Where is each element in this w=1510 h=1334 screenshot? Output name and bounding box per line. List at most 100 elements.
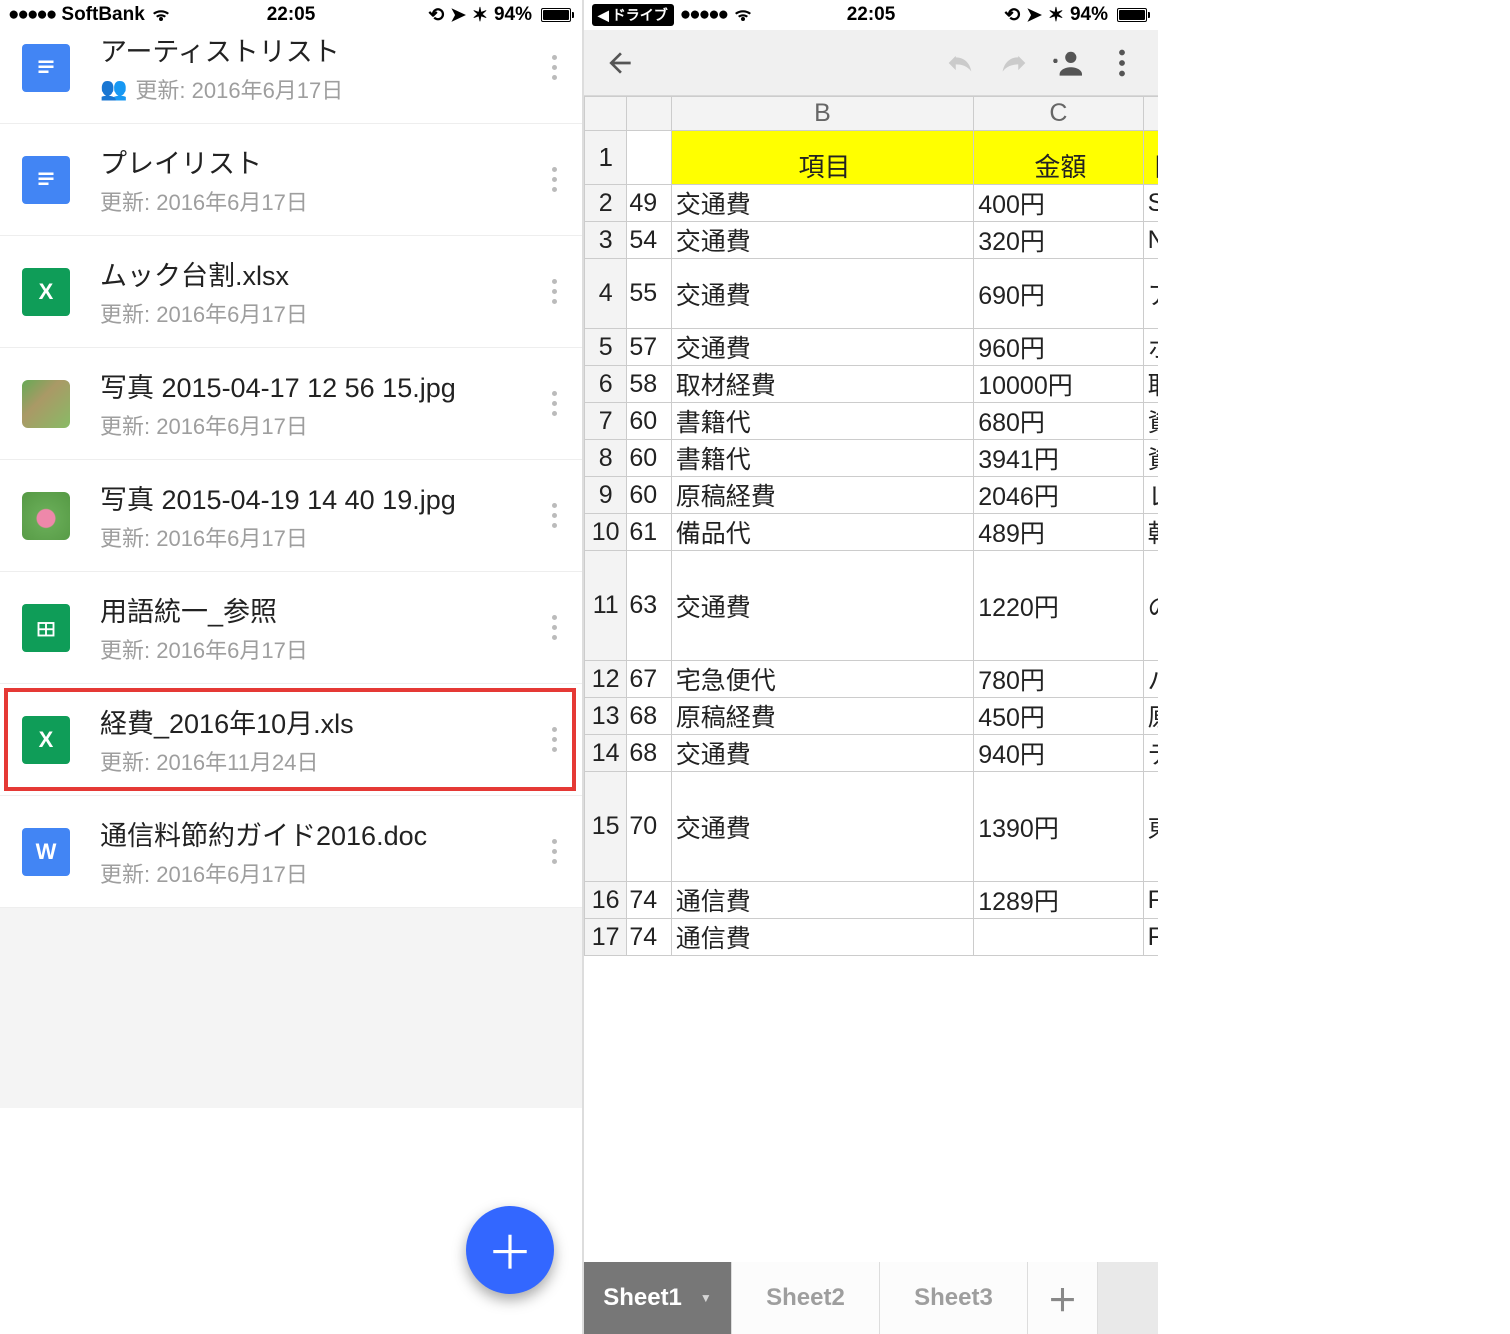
- file-row[interactable]: 写真 2015-04-17 12 56 15.jpg更新: 2016年6月17日: [0, 348, 582, 460]
- file-row[interactable]: 用語統一_参照更新: 2016年6月17日: [0, 572, 582, 684]
- cell[interactable]: デ: [1143, 735, 1158, 772]
- cell[interactable]: 1289円: [974, 882, 1143, 919]
- row-header[interactable]: 17: [585, 919, 627, 956]
- corner-cell[interactable]: [585, 97, 627, 131]
- cell[interactable]: 原稿経費: [671, 477, 974, 514]
- cell[interactable]: 690円: [974, 259, 1143, 329]
- cell[interactable]: 取: [1143, 366, 1158, 403]
- cell[interactable]: バ: [1143, 661, 1158, 698]
- cell[interactable]: 取材経費: [671, 366, 974, 403]
- cell[interactable]: 備品代: [671, 514, 974, 551]
- add-sheet-tab-button[interactable]: ＋: [1028, 1262, 1098, 1334]
- cell[interactable]: 交通費: [671, 551, 974, 661]
- undo-button[interactable]: [938, 41, 982, 85]
- cell[interactable]: 書籍代: [671, 440, 974, 477]
- cell[interactable]: 交通費: [671, 259, 974, 329]
- cell[interactable]: 680円: [974, 403, 1143, 440]
- cell[interactable]: 74: [627, 919, 671, 956]
- cell[interactable]: 2046円: [974, 477, 1143, 514]
- row-header[interactable]: 12: [585, 661, 627, 698]
- cell[interactable]: 日: [1143, 131, 1158, 185]
- file-more-button[interactable]: [540, 615, 568, 640]
- cell[interactable]: 交通費: [671, 222, 974, 259]
- cell[interactable]: 東: [1143, 772, 1158, 882]
- row-header[interactable]: 15: [585, 772, 627, 882]
- cell[interactable]: 1220円: [974, 551, 1143, 661]
- row-header[interactable]: 10: [585, 514, 627, 551]
- row-header[interactable]: 14: [585, 735, 627, 772]
- cell[interactable]: 960円: [974, 329, 1143, 366]
- col-header-b[interactable]: B: [671, 97, 974, 131]
- cell[interactable]: 57: [627, 329, 671, 366]
- cell[interactable]: ア: [1143, 259, 1158, 329]
- back-button[interactable]: [598, 41, 642, 85]
- add-collaborator-button[interactable]: [1046, 41, 1090, 85]
- cell[interactable]: レ: [1143, 477, 1158, 514]
- row-header[interactable]: 6: [585, 366, 627, 403]
- file-row[interactable]: W通信料節約ガイド2016.doc更新: 2016年6月17日: [0, 796, 582, 908]
- row-header[interactable]: 9: [585, 477, 627, 514]
- cell[interactable]: 60: [627, 403, 671, 440]
- cell[interactable]: 資: [1143, 403, 1158, 440]
- cell[interactable]: 68: [627, 698, 671, 735]
- file-more-button[interactable]: [540, 55, 568, 80]
- cell[interactable]: 3941円: [974, 440, 1143, 477]
- col-header[interactable]: [1143, 97, 1158, 131]
- overflow-menu-button[interactable]: [1100, 41, 1144, 85]
- row-header[interactable]: 16: [585, 882, 627, 919]
- cell[interactable]: 書籍代: [671, 403, 974, 440]
- cell[interactable]: 60: [627, 440, 671, 477]
- cell[interactable]: 450円: [974, 698, 1143, 735]
- sheet-tab-3[interactable]: Sheet3: [880, 1262, 1028, 1334]
- cell[interactable]: 通信費: [671, 919, 974, 956]
- file-more-button[interactable]: [540, 503, 568, 528]
- cell[interactable]: 49: [627, 185, 671, 222]
- file-row[interactable]: Xムック台割.xlsx更新: 2016年6月17日: [0, 236, 582, 348]
- cell[interactable]: 780円: [974, 661, 1143, 698]
- file-row[interactable]: アーティストリスト👥更新: 2016年6月17日: [0, 30, 582, 124]
- cell[interactable]: 宅急便代: [671, 661, 974, 698]
- cell[interactable]: 320円: [974, 222, 1143, 259]
- row-header[interactable]: 3: [585, 222, 627, 259]
- file-more-button[interactable]: [540, 391, 568, 416]
- file-more-button[interactable]: [540, 279, 568, 304]
- cell[interactable]: 70: [627, 772, 671, 882]
- file-row[interactable]: X経費_2016年10月.xls更新: 2016年11月24日: [0, 684, 582, 796]
- cell[interactable]: 940円: [974, 735, 1143, 772]
- cell[interactable]: 58: [627, 366, 671, 403]
- cell[interactable]: 54: [627, 222, 671, 259]
- cell[interactable]: 交通費: [671, 329, 974, 366]
- row-header[interactable]: 7: [585, 403, 627, 440]
- col-header-c[interactable]: C: [974, 97, 1143, 131]
- cell[interactable]: 10000円: [974, 366, 1143, 403]
- row-header[interactable]: 4: [585, 259, 627, 329]
- cell[interactable]: [974, 919, 1143, 956]
- file-row[interactable]: プレイリスト更新: 2016年6月17日: [0, 124, 582, 236]
- cell[interactable]: 1390円: [974, 772, 1143, 882]
- cell[interactable]: 乾: [1143, 514, 1158, 551]
- cell[interactable]: の: [1143, 551, 1158, 661]
- cell[interactable]: FF: [1143, 882, 1158, 919]
- cell[interactable]: 交通費: [671, 185, 974, 222]
- spreadsheet-grid[interactable]: BC1項目金額日249交通費400円SI354交通費320円NI455交通費69…: [584, 96, 1158, 956]
- row-header[interactable]: 1: [585, 131, 627, 185]
- cell[interactable]: 61: [627, 514, 671, 551]
- cell[interactable]: [627, 131, 671, 185]
- cell[interactable]: 74: [627, 882, 671, 919]
- file-more-button[interactable]: [540, 167, 568, 192]
- sheet-tab-1[interactable]: Sheet1: [584, 1262, 732, 1334]
- row-header[interactable]: 2: [585, 185, 627, 222]
- cell[interactable]: 60: [627, 477, 671, 514]
- col-header[interactable]: [627, 97, 671, 131]
- file-more-button[interactable]: [540, 839, 568, 864]
- cell[interactable]: 原: [1143, 698, 1158, 735]
- row-header[interactable]: 5: [585, 329, 627, 366]
- file-row[interactable]: 写真 2015-04-19 14 40 19.jpg更新: 2016年6月17日: [0, 460, 582, 572]
- cell[interactable]: 資: [1143, 440, 1158, 477]
- cell[interactable]: 489円: [974, 514, 1143, 551]
- row-header[interactable]: 8: [585, 440, 627, 477]
- file-list[interactable]: アーティストリスト👥更新: 2016年6月17日プレイリスト更新: 2016年6…: [0, 30, 582, 908]
- sheet-tab-2[interactable]: Sheet2: [732, 1262, 880, 1334]
- row-header[interactable]: 13: [585, 698, 627, 735]
- cell[interactable]: FF: [1143, 919, 1158, 956]
